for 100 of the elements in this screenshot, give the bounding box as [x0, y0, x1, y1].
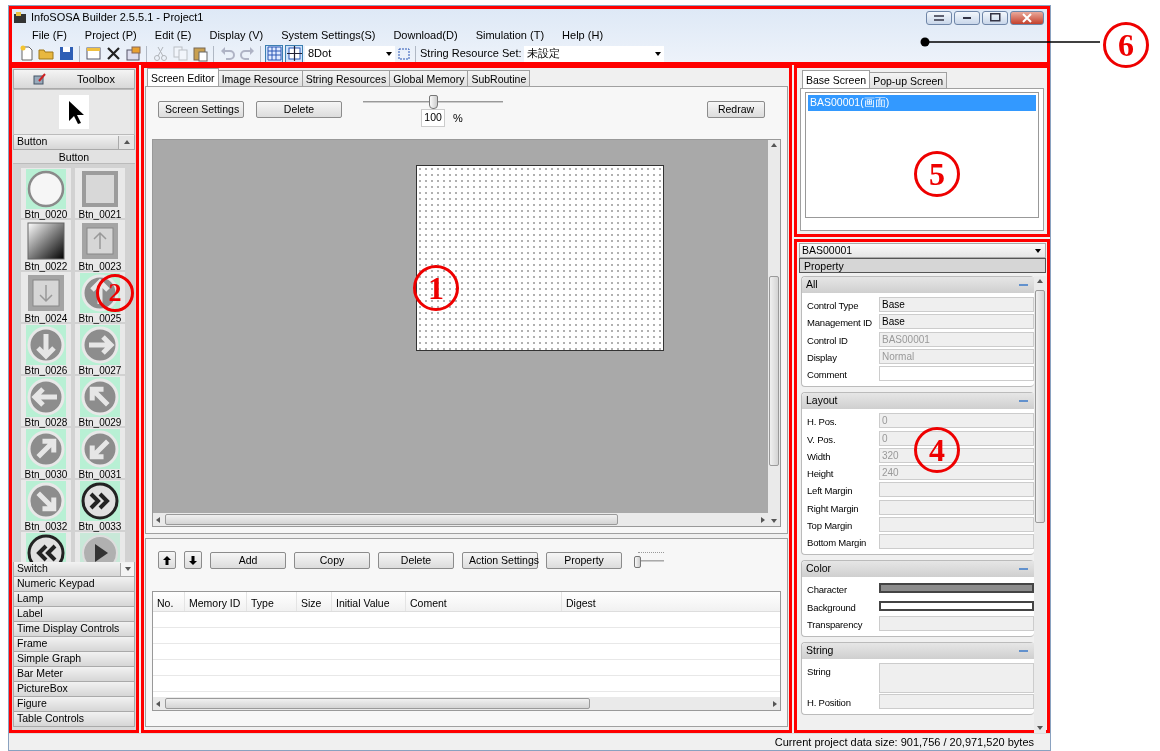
gradient-square-icon[interactable] [26, 221, 66, 261]
close-button[interactable] [1010, 10, 1044, 25]
move-down-button[interactable] [184, 551, 202, 569]
property-field[interactable] [879, 663, 1034, 693]
maximize-button[interactable] [982, 10, 1008, 25]
collapse-icon[interactable] [1019, 282, 1028, 288]
round-button-icon[interactable] [26, 169, 66, 209]
column-header[interactable]: Size [297, 592, 332, 611]
minimize-button[interactable] [954, 10, 980, 25]
property-field[interactable] [879, 615, 1034, 631]
dot-size-dropdown[interactable]: 8Dot [305, 45, 395, 62]
vertical-scrollbar[interactable] [768, 140, 780, 526]
screen-tab[interactable]: Base Screen [802, 70, 871, 88]
editor-tab[interactable]: String Resources [301, 70, 391, 86]
object-dropdown[interactable]: BAS00001 [799, 243, 1046, 258]
editor-tab[interactable]: Screen Editor [147, 68, 219, 86]
fit-frame-button[interactable] [285, 44, 303, 63]
horizontal-scrollbar[interactable] [153, 697, 780, 710]
square-button-icon[interactable] [80, 169, 120, 209]
window-button[interactable] [84, 44, 102, 63]
menu-item[interactable]: Edit (E) [145, 26, 201, 44]
toolbox-category[interactable]: Label [13, 607, 135, 622]
color-swatch[interactable] [879, 583, 1034, 594]
clipboard-button[interactable] [191, 44, 209, 63]
memory-button[interactable]: Add [210, 551, 286, 569]
editor-tab[interactable]: Global Memory [389, 70, 469, 86]
toolbox-category[interactable]: Button [13, 135, 135, 150]
square-arrow-button-icon[interactable] [26, 273, 66, 313]
round-arrow-button-icon[interactable] [80, 429, 120, 469]
compact-window-button[interactable] [926, 10, 952, 25]
floppy-disk-button[interactable] [57, 44, 75, 63]
round-arrow-button-icon[interactable] [80, 377, 120, 417]
menu-item[interactable]: Simulation (T) [466, 26, 554, 44]
editor-button[interactable]: Screen Settings [158, 101, 244, 118]
round-arrow-button-icon[interactable] [80, 325, 120, 365]
toolbox-category[interactable]: Time Display Controls [13, 622, 135, 637]
collapse-icon[interactable] [1019, 566, 1028, 573]
properties-button[interactable] [124, 44, 142, 63]
dashed-square-icon[interactable] [397, 46, 411, 61]
menu-item[interactable]: Display (V) [200, 26, 273, 44]
toolbox-category[interactable]: Table Controls [13, 712, 135, 727]
column-header[interactable]: Coment [406, 592, 562, 611]
group-header[interactable]: String [802, 643, 1034, 659]
toolbox-category[interactable]: Frame [13, 637, 135, 652]
zoom-slider[interactable] [363, 95, 503, 109]
horizontal-scrollbar[interactable] [153, 513, 768, 526]
round-arrow-button-icon[interactable] [80, 273, 120, 313]
grid-button[interactable] [265, 44, 283, 63]
toolbox-category[interactable]: Bar Meter [13, 667, 135, 682]
memory-button[interactable]: Action Settings [462, 551, 538, 569]
slider-thumb[interactable] [634, 556, 641, 568]
editor-tab[interactable]: Image Resource [217, 70, 303, 86]
pointer-tool-icon[interactable] [59, 95, 89, 129]
memory-button[interactable]: Copy [294, 551, 370, 569]
round-arrow-button-icon[interactable] [26, 325, 66, 365]
property-field[interactable] [879, 694, 1034, 709]
screen-preview[interactable] [416, 165, 664, 351]
double-chevron-button-icon[interactable] [26, 533, 66, 562]
square-arrow-button-icon[interactable] [80, 221, 120, 261]
menu-item[interactable]: Help (H) [553, 26, 613, 44]
memory-slider[interactable] [634, 552, 664, 568]
collapse-icon[interactable] [1019, 648, 1028, 654]
double-chevron-button-icon[interactable] [80, 481, 120, 521]
collapse-icon[interactable] [1019, 398, 1028, 405]
menu-item[interactable]: Project (P) [75, 26, 146, 44]
round-arrow-button-icon[interactable] [26, 377, 66, 417]
toolbox-category[interactable]: PictureBox [13, 682, 135, 697]
property-field[interactable]: Base [879, 297, 1034, 312]
toolbox-category[interactable]: Numeric Keypad [13, 577, 135, 592]
zoom-field[interactable]: 100 [421, 109, 445, 127]
toolbox-category[interactable]: Simple Graph [13, 652, 135, 667]
memory-button[interactable]: Property [546, 551, 622, 569]
column-header[interactable]: Initial Value [332, 592, 406, 611]
property-field[interactable] [879, 366, 1034, 381]
editor-button[interactable]: Delete [256, 101, 342, 118]
toolbox-category[interactable]: Figure [13, 697, 135, 712]
editor-tab[interactable]: SubRoutine [467, 70, 531, 86]
menu-item[interactable]: File (F) [23, 26, 76, 44]
vertical-scrollbar[interactable] [1034, 276, 1046, 733]
redraw-button[interactable]: Redraw [707, 101, 765, 118]
resource-set-dropdown[interactable]: 未設定 [523, 45, 664, 62]
round-arrow-button-icon[interactable] [26, 481, 66, 521]
toolbox-category[interactable]: Lamp [13, 592, 135, 607]
memory-button[interactable]: Delete [378, 551, 454, 569]
slider-thumb[interactable] [429, 95, 438, 109]
toolbox-category[interactable]: Switch [13, 562, 135, 577]
color-swatch[interactable] [879, 600, 1034, 611]
property-field[interactable]: Base [879, 314, 1034, 330]
group-header[interactable]: Color [802, 561, 1034, 578]
play-button-icon[interactable] [80, 533, 120, 562]
group-header[interactable]: All [802, 277, 1034, 293]
menu-item[interactable]: Download(D) [384, 26, 467, 44]
screen-tab[interactable]: Pop-up Screen [869, 72, 948, 88]
column-header[interactable]: Memory ID [185, 592, 247, 611]
group-header[interactable]: Layout [802, 393, 1034, 410]
move-up-button[interactable] [158, 551, 176, 569]
round-arrow-button-icon[interactable] [26, 429, 66, 469]
column-header[interactable]: Type [247, 592, 297, 611]
column-header[interactable]: Digest [562, 592, 780, 611]
menu-item[interactable]: System Settings(S) [272, 26, 385, 44]
